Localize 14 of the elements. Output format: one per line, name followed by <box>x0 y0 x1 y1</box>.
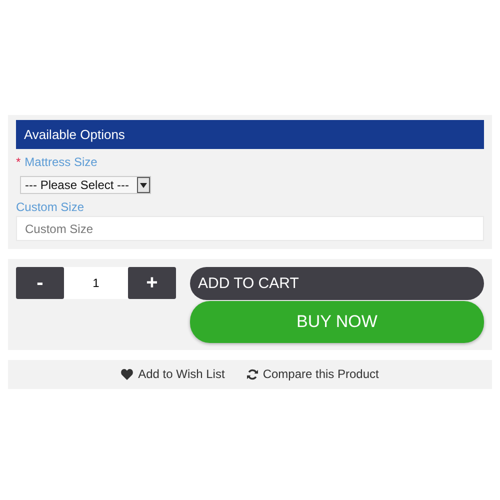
required-mark: * <box>16 155 21 169</box>
quantity-field[interactable]: 1 <box>64 267 128 299</box>
select-field[interactable]: --- Please Select --- <box>20 176 151 194</box>
heart-icon <box>121 368 134 380</box>
field-label: Mattress Size <box>24 155 98 169</box>
add-to-cart-button[interactable]: ADD TO CART <box>190 267 484 300</box>
refresh-icon <box>246 368 258 380</box>
field-label: Custom Size <box>16 200 84 214</box>
options-header: Available Options <box>16 120 484 149</box>
minus-button[interactable]: - <box>16 267 64 299</box>
input-field[interactable]: Custom Size <box>16 216 484 241</box>
wishlist-link[interactable]: Add to Wish List <box>121 367 225 381</box>
plus-button[interactable]: + <box>128 267 176 299</box>
compare-link[interactable]: Compare this Product <box>246 367 379 381</box>
